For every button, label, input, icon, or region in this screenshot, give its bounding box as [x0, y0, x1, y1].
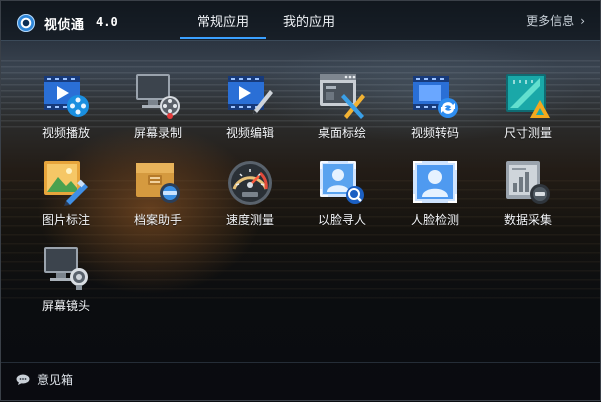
window-border — [0, 0, 601, 401]
